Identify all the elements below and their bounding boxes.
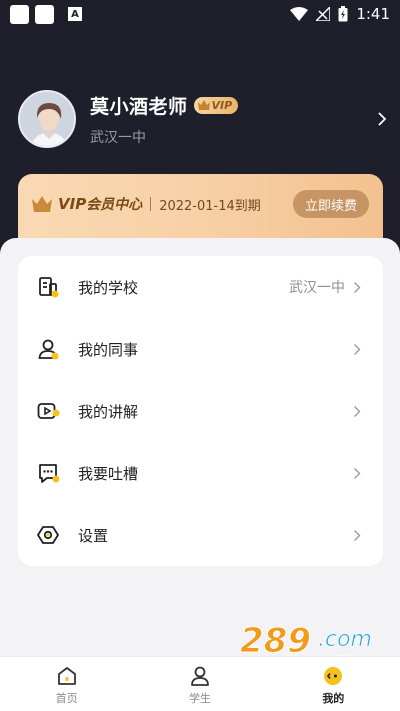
- vip-expiry-date: 2022-01-14到期: [159, 199, 261, 214]
- menu-item-label: 我的同事: [78, 340, 139, 359]
- menu-item-label: 我的学校: [78, 278, 139, 297]
- chevron-right-icon: [354, 529, 361, 541]
- menu-item-my-colleagues[interactable]: 我的同事: [18, 318, 383, 380]
- menu-item-value: 武汉一中: [289, 280, 345, 296]
- home-icon: [57, 667, 76, 685]
- user-name: 莫小酒老师: [90, 95, 188, 118]
- menu-item-label: 我要吐槽: [78, 464, 139, 483]
- menu-item-feedback[interactable]: 我要吐槽: [18, 442, 383, 504]
- vip-center-title: VIP会员中心: [58, 194, 142, 214]
- menu-card: 我的学校 武汉一中 我的同事 我的讲解 我要吐槽 设置: [18, 256, 383, 566]
- renew-button[interactable]: 立即续费: [292, 190, 369, 218]
- avatar[interactable]: [18, 90, 76, 148]
- chevron-right-icon: [354, 281, 361, 293]
- settings-icon: [37, 526, 59, 544]
- vip-badge-label: VIP: [211, 98, 233, 112]
- vip-center-prefix: VIP: [58, 195, 87, 213]
- menu-item-settings[interactable]: 设置: [18, 504, 383, 566]
- chevron-right-icon: [354, 467, 361, 479]
- notification-icon: [35, 4, 54, 24]
- school-icon: [39, 277, 59, 298]
- battery-icon: [338, 6, 348, 22]
- nav-label: 学生: [188, 692, 211, 705]
- keyboard-icon: A: [68, 7, 82, 21]
- chevron-right-icon[interactable]: [376, 111, 388, 127]
- video-icon: [37, 403, 60, 419]
- crown-icon: [32, 196, 52, 212]
- user-school: 武汉一中: [90, 129, 146, 146]
- svg-text:289: 289: [240, 621, 311, 661]
- nav-tab-students[interactable]: 学生: [133, 657, 266, 711]
- nav-label: 首页: [55, 692, 78, 705]
- status-time: 1:41: [356, 5, 390, 23]
- vip-center-suffix: 会员中心: [86, 197, 143, 213]
- signal-icon: [316, 7, 331, 21]
- profile-section[interactable]: 莫小酒老师 VIP 武汉一中: [18, 90, 388, 148]
- vip-card[interactable]: VIP会员中心 2022-01-14到期 立即续费: [18, 174, 383, 238]
- wifi-icon: [290, 7, 309, 21]
- divider: [150, 197, 152, 211]
- chat-icon: [39, 464, 60, 483]
- status-bar: A 1:41: [0, 0, 400, 28]
- vip-badge: VIP: [193, 96, 239, 114]
- colleague-icon: [38, 339, 59, 360]
- me-icon: [324, 667, 343, 685]
- crown-icon: [197, 100, 210, 110]
- nav-tab-me[interactable]: 我的: [267, 657, 400, 711]
- menu-item-label: 我的讲解: [78, 402, 139, 421]
- notification-icon: [10, 4, 29, 24]
- chevron-right-icon: [354, 405, 361, 417]
- nav-label: 我的: [322, 692, 345, 705]
- chevron-right-icon: [354, 343, 361, 355]
- menu-item-label: 设置: [78, 526, 109, 545]
- menu-item-my-school[interactable]: 我的学校 武汉一中: [18, 256, 383, 318]
- svg-text:.com: .com: [318, 627, 372, 652]
- student-icon: [191, 666, 209, 686]
- bottom-nav: 首页 学生 我的: [0, 656, 400, 711]
- nav-tab-home[interactable]: 首页: [0, 657, 133, 711]
- menu-item-my-explanations[interactable]: 我的讲解: [18, 380, 383, 442]
